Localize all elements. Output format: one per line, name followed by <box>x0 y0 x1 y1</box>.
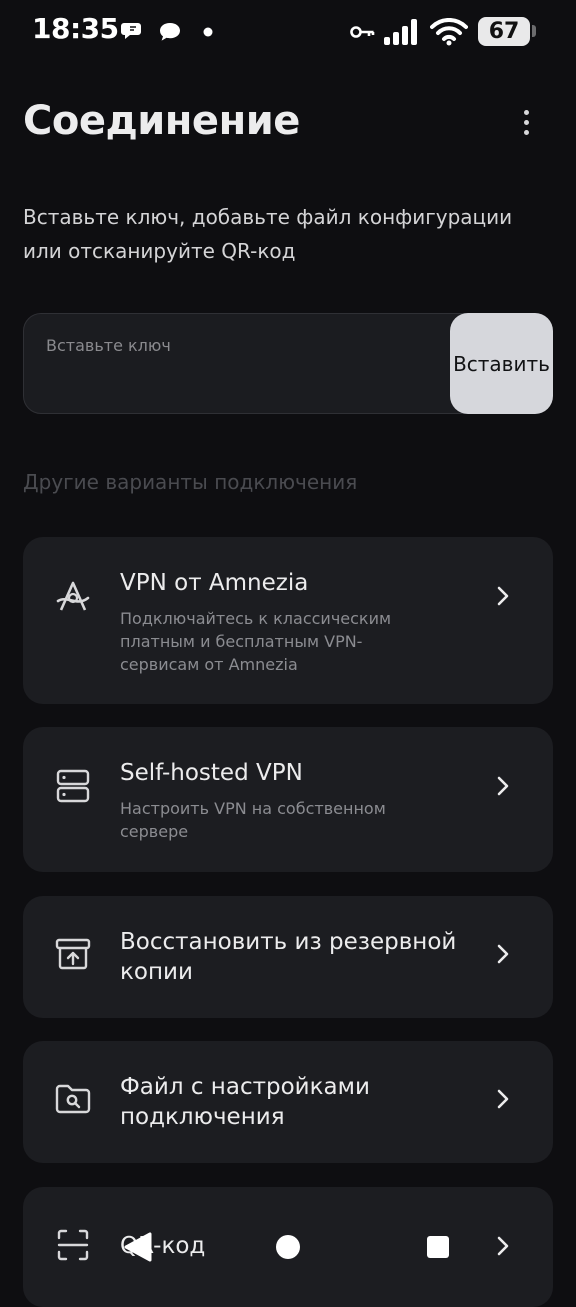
option-subtitle: Подключайтесь к классическим платным и б… <box>120 609 392 674</box>
option-restore-backup[interactable]: Восстановить из резервной копии <box>23 896 553 1018</box>
battery-tip <box>532 25 536 37</box>
notification-dot-icon <box>203 27 213 37</box>
chevron-right-icon <box>497 776 509 796</box>
wifi-icon <box>430 18 468 46</box>
chevron-right-icon <box>497 1089 509 1109</box>
chevron-right-icon <box>497 586 509 606</box>
nav-home-button[interactable] <box>274 1233 302 1261</box>
more-vertical-icon <box>523 109 529 115</box>
option-amnezia-vpn[interactable]: VPN от Amnezia Подключайтесь к классичес… <box>23 537 553 704</box>
paste-button[interactable]: Вставить <box>450 313 553 414</box>
amnezia-logo-icon <box>56 581 90 611</box>
battery-indicator: 67 <box>478 17 530 46</box>
option-title: VPN от Amnezia <box>120 570 309 596</box>
option-title: Self-hosted VPN <box>120 760 303 786</box>
folder-search-icon <box>55 1084 91 1114</box>
archive-restore-icon <box>55 938 91 970</box>
chevron-right-icon <box>497 944 509 964</box>
option-self-hosted-vpn[interactable]: Self-hosted VPN Настроить VPN на собстве… <box>23 727 553 872</box>
vpn-key-icon <box>350 26 375 38</box>
option-title: Файл с настройками подключения <box>120 1074 370 1130</box>
page-title: Соединение <box>23 98 300 144</box>
key-input-placeholder: Вставьте ключ <box>46 336 171 355</box>
message-icon <box>160 23 180 41</box>
nav-recents-button[interactable] <box>426 1235 450 1259</box>
status-time: 18:35 <box>32 12 119 45</box>
section-title: Другие варианты подключения <box>23 470 358 494</box>
chevron-right-icon <box>497 1236 509 1256</box>
option-title: Восстановить из резервной копии <box>120 929 457 985</box>
status-bar: 18:35 67 <box>0 0 576 64</box>
chat-bubbles-icon <box>121 23 141 39</box>
server-icon <box>56 769 90 803</box>
option-subtitle: Настроить VPN на собственном сервере <box>120 799 386 841</box>
page-description: Вставьте ключ, добавьте файл конфигураци… <box>23 205 513 263</box>
nav-back-button[interactable] <box>122 1232 154 1262</box>
more-options-button[interactable] <box>506 100 546 144</box>
option-title: QR-код <box>120 1233 206 1259</box>
cellular-signal-icon <box>384 19 417 45</box>
qr-scan-icon <box>57 1229 89 1261</box>
option-config-file[interactable]: Файл с настройками подключения <box>23 1041 553 1163</box>
